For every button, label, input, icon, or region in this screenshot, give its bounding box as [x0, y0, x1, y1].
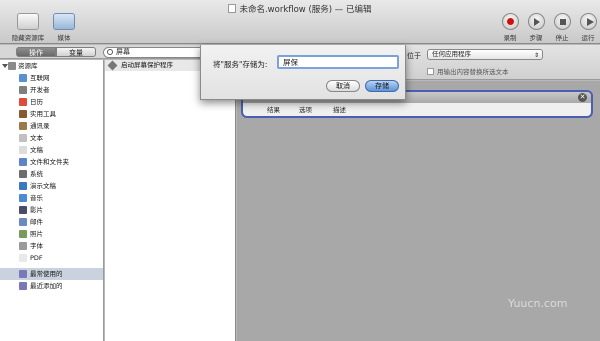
- category-icon: [19, 110, 27, 118]
- sidebar-item[interactable]: 音乐: [0, 192, 103, 204]
- category-icon: [19, 230, 27, 238]
- application-select[interactable]: 任何应用程序 ⇕: [427, 49, 543, 60]
- category-icon: [19, 242, 27, 250]
- category-icon: [19, 146, 27, 154]
- category-icon: [19, 98, 27, 106]
- sidebar-item[interactable]: PDF: [0, 252, 103, 264]
- sidebar-item[interactable]: 开发者: [0, 84, 103, 96]
- stop-icon: [553, 13, 571, 30]
- sidebar-item[interactable]: 文稿: [0, 144, 103, 156]
- sidebar-item[interactable]: 文件和文件夹: [0, 156, 103, 168]
- action-list: 启动屏幕保护程序: [105, 60, 236, 341]
- checkbox-icon: [427, 68, 434, 75]
- record-icon: [501, 13, 519, 30]
- category-icon: [19, 194, 27, 202]
- tab-description[interactable]: 描述: [333, 104, 346, 116]
- search-icon: [107, 49, 113, 55]
- sidebar-item[interactable]: 字体: [0, 240, 103, 252]
- tab-options[interactable]: 选项: [299, 104, 312, 116]
- sidebar-item[interactable]: 实用工具: [0, 108, 103, 120]
- category-icon: [19, 158, 27, 166]
- hide-library-button[interactable]: 隐藏资源库: [10, 13, 46, 42]
- sidebar-item[interactable]: 互联网: [0, 72, 103, 84]
- category-icon: [19, 282, 27, 290]
- category-icon: [19, 182, 27, 190]
- save-as-label: 将"服务"存储为:: [213, 60, 268, 69]
- category-icon: [19, 74, 27, 82]
- media-icon: [53, 13, 75, 30]
- window-toolbar: 未命名.workflow (服务) — 已编辑 隐藏资源库 媒体 录制 步骤 停…: [0, 0, 600, 44]
- sidebar-item[interactable]: 通讯录: [0, 120, 103, 132]
- sidebar-item[interactable]: 演示文稿: [0, 180, 103, 192]
- category-icon: [19, 134, 27, 142]
- media-button[interactable]: 媒体: [46, 13, 82, 42]
- sidebar-item[interactable]: 影片: [0, 204, 103, 216]
- sidebar-item[interactable]: 照片: [0, 228, 103, 240]
- sidebar-item[interactable]: 最近添加的: [0, 280, 103, 292]
- service-name-field[interactable]: 屏保: [277, 55, 399, 69]
- sidebar-item[interactable]: 系统: [0, 168, 103, 180]
- run-button[interactable]: 运行: [570, 13, 600, 42]
- category-icon: [19, 170, 27, 178]
- chevron-updown-icon: ⇕: [533, 52, 539, 59]
- screensaver-action-icon: [107, 60, 118, 71]
- save-button[interactable]: 存储: [365, 80, 399, 92]
- library-root[interactable]: 资源库: [0, 60, 103, 72]
- run-icon: [579, 13, 597, 30]
- category-icon: [19, 122, 27, 130]
- sidebar-item[interactable]: 邮件: [0, 216, 103, 228]
- library-icon: [17, 13, 39, 30]
- tab-actions[interactable]: 操作: [16, 47, 56, 57]
- document-icon: [228, 4, 237, 13]
- watermark: Yuucn.com: [508, 297, 568, 310]
- replace-selected-text-checkbox[interactable]: 用输出内容替换所选文本: [427, 66, 509, 76]
- tab-variables[interactable]: 变量: [56, 47, 96, 57]
- library-folder-icon: [8, 62, 16, 70]
- category-icon: [19, 86, 27, 94]
- tab-results[interactable]: 结果: [267, 104, 280, 116]
- sidebar-item[interactable]: 最常使用的: [0, 268, 103, 280]
- category-icon: [19, 254, 27, 262]
- cancel-button[interactable]: 取消: [326, 80, 360, 92]
- action-card-tabs: 结果 选项 描述: [243, 103, 591, 116]
- category-icon: [19, 206, 27, 214]
- sidebar-item[interactable]: 文本: [0, 132, 103, 144]
- save-service-sheet: 将"服务"存储为: 屏保 取消 存储: [200, 45, 406, 100]
- step-icon: [527, 13, 545, 30]
- sidebar-item[interactable]: 日历: [0, 96, 103, 108]
- category-icon: [19, 270, 27, 278]
- category-icon: [19, 218, 27, 226]
- close-icon[interactable]: ✕: [578, 93, 587, 102]
- library-list: 资源库 互联网 开发者 日历 实用工具 通讯录 文本 文稿 文件和文件夹 系统 演示文稿 音乐 影片邮…: [0, 60, 104, 341]
- location-label: 位于: [407, 52, 421, 60]
